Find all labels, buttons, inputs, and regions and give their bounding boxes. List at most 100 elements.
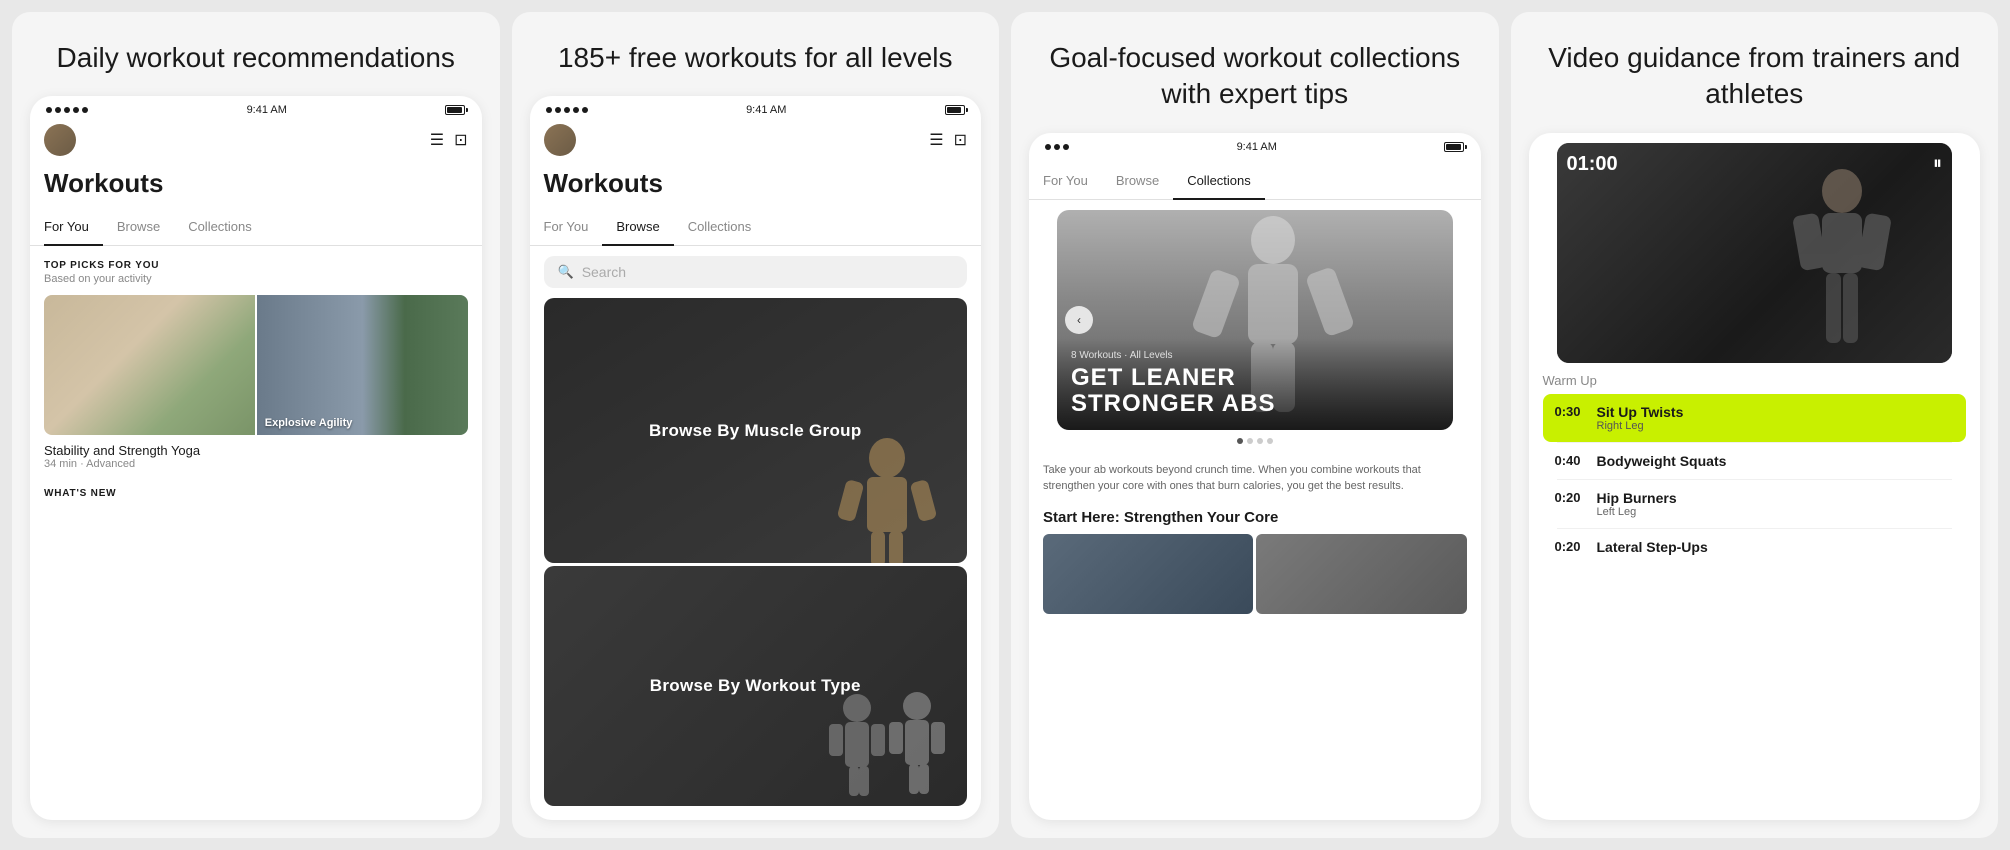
hero-nav-btn[interactable]: ‹: [1065, 306, 1093, 334]
yoga-bg: [44, 295, 255, 435]
video-player: 01:00 ⏸: [1557, 143, 1953, 363]
muscle-figure-svg: [837, 433, 937, 563]
tabs-3: For You Browse Collections: [1029, 165, 1481, 200]
browse-muscle-label: Browse By Muscle Group: [649, 421, 862, 441]
browse-muscle-tile[interactable]: Browse By Muscle Group: [544, 298, 968, 562]
search-bar[interactable]: 🔍 Search: [544, 256, 968, 288]
dot2: [55, 107, 61, 113]
phone-icons-2: ☰ ⊡: [929, 130, 967, 150]
hero-container: ‹ 8 Workouts · All Levels GET LEANERSTRO…: [1029, 200, 1481, 452]
tabs-2: For You Browse Collections: [530, 211, 982, 246]
bag-icon[interactable]: ⊡: [454, 130, 467, 150]
list-icon[interactable]: ☰: [430, 130, 444, 150]
workout-name: Stability and Strength Yoga: [44, 443, 468, 458]
tab-for-you-3[interactable]: For You: [1043, 165, 1102, 200]
tab-browse-2[interactable]: Browse: [602, 211, 673, 246]
card1-header: Daily workout recommendations: [12, 12, 500, 96]
hero-overlay: 8 Workouts · All Levels GET LEANERSTRONG…: [1057, 338, 1453, 430]
dot3: [64, 107, 70, 113]
dot-1: [1237, 438, 1243, 444]
workout-meta: 34 min · Advanced: [44, 458, 468, 470]
dot-3: [1257, 438, 1263, 444]
running-bg: [257, 295, 468, 435]
section-label-1: TOP PICKS FOR YOU: [30, 246, 482, 273]
card-collections: Goal-focused workout collections with ex…: [1011, 12, 1499, 838]
exercise-name-1: Sit Up Twists: [1597, 404, 1684, 420]
card4-header: Video guidance from trainers and athlete…: [1511, 12, 1999, 133]
avatar-1: [44, 124, 76, 156]
thumb-running: Explosive Agility: [257, 295, 468, 435]
list-icon-2[interactable]: ☰: [929, 130, 943, 150]
card3-header: Goal-focused workout collections with ex…: [1011, 12, 1499, 133]
status-time-1: 9:41 AM: [247, 104, 287, 116]
exercise-details-3: Hip Burners Left Leg: [1597, 490, 1677, 518]
exercise-item-1[interactable]: 0:30 Sit Up Twists Right Leg: [1543, 394, 1967, 442]
workouts-title-2: Workouts: [530, 164, 982, 211]
phone-mockup-2: 9:41 AM ☰ ⊡ Workouts For You Browse Coll…: [530, 96, 982, 820]
phone-icons-1: ☰ ⊡: [430, 130, 468, 150]
col-thumb-1: [1043, 534, 1253, 614]
status-time-3: 9:41 AM: [1237, 141, 1277, 153]
workouts-title-1: Workouts: [30, 164, 482, 211]
dot5: [82, 107, 88, 113]
dot1: [46, 107, 52, 113]
video-timer: 01:00: [1567, 153, 1618, 176]
tab-for-you-1[interactable]: For You: [44, 211, 103, 246]
battery-fill-1: [447, 107, 461, 113]
col-thumb-2: [1256, 534, 1466, 614]
collection-images: [1043, 534, 1467, 614]
phone-mockup-3: 9:41 AM For You Browse Collections: [1029, 133, 1481, 820]
exercise-details-2: Bodyweight Squats: [1597, 453, 1727, 469]
exercise-time-3: 0:20: [1555, 490, 1585, 505]
signal-dots-2: [546, 107, 588, 113]
browse-section: Browse By Muscle Group: [530, 298, 982, 820]
exercise-item-2[interactable]: 0:40 Bodyweight Squats: [1543, 443, 1967, 479]
workout-info: Stability and Strength Yoga 34 min · Adv…: [30, 435, 482, 478]
card-free-workouts: 185+ free workouts for all levels 9:41 A…: [512, 12, 1000, 838]
battery-3: [1444, 142, 1464, 152]
exercise-time-2: 0:40: [1555, 453, 1585, 468]
avatar-2: [544, 124, 576, 156]
signal-dots-3: [1045, 144, 1069, 150]
exercise-sub-1: Right Leg: [1597, 420, 1684, 432]
tabs-1: For You Browse Collections: [30, 211, 482, 246]
tab-collections-3[interactable]: Collections: [1173, 165, 1265, 200]
card2-header: 185+ free workouts for all levels: [512, 12, 1000, 96]
section-sublabel-1: Based on your activity: [30, 273, 482, 295]
signal-dots: [46, 107, 88, 113]
exercise-name-4: Lateral Step-Ups: [1597, 539, 1708, 555]
collection-desc: Take your ab workouts beyond crunch time…: [1029, 452, 1481, 505]
exercise-list: 0:30 Sit Up Twists Right Leg 0:40 Bodywe…: [1529, 394, 1981, 820]
phone-header-1: ☰ ⊡: [30, 120, 482, 164]
card-video-guidance: Video guidance from trainers and athlete…: [1511, 12, 1999, 838]
phone-mockup-4: 01:00 ⏸ Warm Up 0:30 Sit Up Twists Right…: [1529, 133, 1981, 820]
exercise-item-4[interactable]: 0:20 Lateral Step-Ups: [1543, 529, 1967, 565]
video-pause-icon[interactable]: ⏸: [1933, 153, 1942, 174]
what-new-label: WHAT'S NEW: [30, 478, 482, 503]
tab-browse-3[interactable]: Browse: [1102, 165, 1173, 200]
workout-figures-svg: [817, 686, 957, 806]
exercise-sub-3: Left Leg: [1597, 506, 1677, 518]
hero-title: GET LEANERSTRONGER ABS: [1071, 365, 1439, 418]
status-time-2: 9:41 AM: [746, 104, 786, 116]
status-bar-1: 9:41 AM: [30, 96, 482, 120]
tab-collections-2[interactable]: Collections: [674, 211, 766, 246]
tab-collections-1[interactable]: Collections: [174, 211, 266, 246]
collection-subtitle: Start Here: Strengthen Your Core: [1029, 505, 1481, 534]
browse-workout-tile[interactable]: Browse By Workout Type: [544, 566, 968, 806]
warm-up-label: Warm Up: [1529, 363, 1981, 394]
dot-2: [1247, 438, 1253, 444]
hero-dots: [1043, 430, 1467, 452]
tab-browse-1[interactable]: Browse: [103, 211, 174, 246]
video-container: 01:00 ⏸: [1529, 133, 1981, 363]
phone-mockup-1: 9:41 AM ☰ ⊡ Workouts For You Browse Coll…: [30, 96, 482, 820]
battery-icon-1: [445, 105, 465, 115]
exercise-name-2: Bodyweight Squats: [1597, 453, 1727, 469]
bag-icon-2[interactable]: ⊡: [954, 130, 967, 150]
dot-4: [1267, 438, 1273, 444]
exercise-item-3[interactable]: 0:20 Hip Burners Left Leg: [1543, 480, 1967, 528]
status-bar-3: 9:41 AM: [1029, 133, 1481, 157]
video-athlete-svg: [1772, 163, 1912, 363]
thumb-yoga: [44, 295, 255, 435]
tab-for-you-2[interactable]: For You: [544, 211, 603, 246]
